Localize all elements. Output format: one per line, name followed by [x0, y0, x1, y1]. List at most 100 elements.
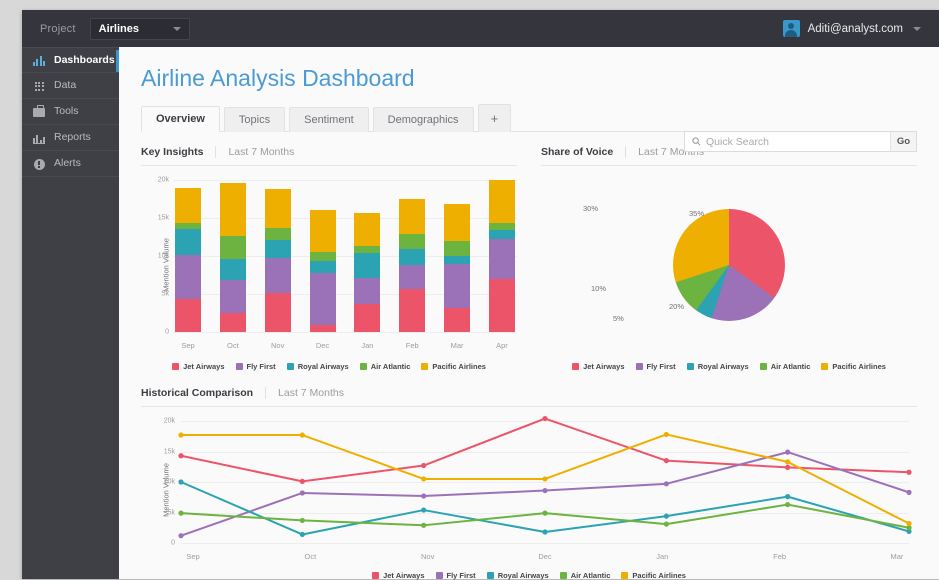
line-data-point[interactable]	[785, 494, 790, 499]
bar-segment	[220, 280, 246, 313]
line-data-point[interactable]	[178, 479, 183, 484]
bar-segment	[310, 261, 336, 272]
bar-chart-icon	[32, 54, 46, 66]
bar-column[interactable]	[354, 180, 380, 332]
bar-segment	[399, 234, 425, 249]
bar-segment	[220, 183, 246, 236]
legend-item[interactable]: Pacific Airlines	[821, 362, 886, 371]
user-email: Aditi@analyst.com	[808, 23, 903, 35]
line-data-point[interactable]	[421, 463, 426, 468]
line-data-point[interactable]	[421, 476, 426, 481]
line-data-point[interactable]	[906, 490, 911, 495]
line-data-point[interactable]	[542, 476, 547, 481]
legend-swatch-icon	[560, 572, 567, 579]
bar-segment	[489, 279, 515, 332]
bar-column[interactable]	[399, 180, 425, 332]
tab-add-button[interactable]: +	[478, 104, 512, 132]
panel-title: Key Insights	[141, 146, 203, 158]
legend-item[interactable]: Royal Airways	[687, 362, 749, 371]
legend-item[interactable]: Jet Airways	[172, 362, 224, 371]
report-chart-icon	[32, 132, 46, 144]
sidebar: Dashboards Data Tools Reports Alerts	[22, 47, 119, 579]
top-bar: Project Airlines Aditi@analyst.com	[22, 10, 939, 47]
tab-topics[interactable]: Topics	[224, 107, 285, 132]
bar-chart-xtick: Dec	[310, 341, 336, 350]
historical-comparison-panel: Historical Comparison Last 7 Months Ment…	[141, 387, 917, 580]
tab-sentiment[interactable]: Sentiment	[289, 107, 369, 132]
bar-chart-xtick: Apr	[489, 341, 515, 350]
tab-overview[interactable]: Overview	[141, 106, 220, 132]
line-data-point[interactable]	[664, 458, 669, 463]
bar-column[interactable]	[310, 180, 336, 332]
line-data-point[interactable]	[421, 493, 426, 498]
legend-swatch-icon	[760, 363, 767, 370]
line-data-point[interactable]	[664, 514, 669, 519]
bar-column[interactable]	[175, 180, 201, 332]
line-data-point[interactable]	[664, 481, 669, 486]
panel-subtitle: Last 7 Months	[215, 146, 294, 158]
sidebar-item-alerts[interactable]: Alerts	[22, 151, 119, 177]
line-data-point[interactable]	[300, 490, 305, 495]
line-data-point[interactable]	[421, 523, 426, 528]
legend-item[interactable]: Jet Airways	[572, 362, 624, 371]
line-data-point[interactable]	[542, 511, 547, 516]
project-select-value: Airlines	[99, 23, 173, 35]
bar-segment	[175, 188, 201, 223]
line-data-point[interactable]	[906, 470, 911, 475]
legend-swatch-icon	[372, 572, 379, 579]
sidebar-item-tools[interactable]: Tools	[22, 99, 119, 125]
line-data-point[interactable]	[906, 521, 911, 526]
line-data-point[interactable]	[542, 416, 547, 421]
bar-column[interactable]	[220, 180, 246, 332]
legend-item[interactable]: Fly First	[236, 362, 276, 371]
user-menu[interactable]: Aditi@analyst.com	[783, 20, 921, 37]
line-data-point[interactable]	[542, 488, 547, 493]
bar-chart-ytick: 5k	[149, 291, 169, 298]
sidebar-item-dashboards[interactable]: Dashboards	[22, 47, 119, 73]
line-data-point[interactable]	[178, 432, 183, 437]
line-data-point[interactable]	[421, 507, 426, 512]
line-data-point[interactable]	[178, 453, 183, 458]
panel-title: Share of Voice	[541, 146, 613, 158]
project-select[interactable]: Airlines	[90, 18, 190, 40]
tab-demographics[interactable]: Demographics	[373, 107, 474, 132]
line-data-point[interactable]	[178, 511, 183, 516]
bar-segment	[354, 213, 380, 246]
pie-slice-label: 10%	[591, 284, 606, 293]
sidebar-item-data[interactable]: Data	[22, 73, 119, 99]
historical-header: Historical Comparison Last 7 Months	[141, 387, 917, 407]
line-data-point[interactable]	[664, 521, 669, 526]
bar-column[interactable]	[444, 180, 470, 332]
legend-label: Jet Airways	[183, 362, 224, 371]
legend-item[interactable]: Pacific Airlines	[421, 362, 486, 371]
legend-item[interactable]: Fly First	[636, 362, 676, 371]
search-go-button[interactable]: Go	[890, 132, 916, 151]
sidebar-item-reports[interactable]: Reports	[22, 125, 119, 151]
main-content: Airline Analysis Dashboard Overview Topi…	[119, 47, 939, 579]
bar-column[interactable]	[489, 180, 515, 332]
legend-item[interactable]: Air Atlantic	[360, 362, 411, 371]
line-data-point[interactable]	[785, 502, 790, 507]
line-data-point[interactable]	[785, 465, 790, 470]
line-data-point[interactable]	[300, 518, 305, 523]
bar-segment	[175, 229, 201, 255]
line-data-point[interactable]	[785, 450, 790, 455]
legend-swatch-icon	[172, 363, 179, 370]
legend-swatch-icon	[360, 363, 367, 370]
line-data-point[interactable]	[542, 529, 547, 534]
share-of-voice-pie-chart: 35%20%5%10%30%	[541, 174, 917, 356]
line-data-point[interactable]	[300, 479, 305, 484]
legend-swatch-icon	[687, 363, 694, 370]
line-data-point[interactable]	[664, 432, 669, 437]
line-data-point[interactable]	[785, 459, 790, 464]
search-input[interactable]	[706, 136, 890, 148]
line-data-point[interactable]	[300, 532, 305, 537]
line-data-point[interactable]	[178, 533, 183, 538]
legend-swatch-icon	[621, 572, 628, 579]
line-data-point[interactable]	[300, 432, 305, 437]
legend-item[interactable]: Air Atlantic	[760, 362, 811, 371]
legend-swatch-icon	[572, 363, 579, 370]
gridline	[173, 332, 517, 333]
legend-item[interactable]: Royal Airways	[287, 362, 349, 371]
bar-column[interactable]	[265, 180, 291, 332]
